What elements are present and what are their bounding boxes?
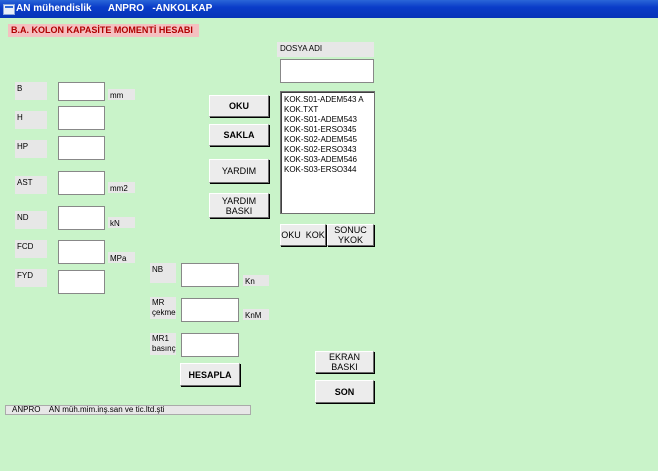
nb-label: NB [150, 263, 176, 283]
dosya-adi-input[interactable] [280, 59, 374, 83]
fcd-unit: MPa [108, 252, 135, 263]
nb-unit: Kn [243, 275, 269, 286]
ast-unit: mm2 [108, 182, 135, 193]
mr1-basinc-output[interactable] [181, 333, 239, 357]
title-bar: AN mühendislik ANPRO -ANKOLKAP [0, 0, 658, 18]
hesapla-button[interactable]: HESAPLA [180, 363, 240, 386]
yardim-baski-button[interactable]: YARDIM BASKI [209, 193, 269, 218]
ekran-baski-button[interactable]: EKRAN BASKI [315, 351, 374, 373]
sonuc-ykok-button[interactable]: SONUC YKOK [327, 224, 374, 246]
ast-input[interactable] [58, 171, 105, 195]
file-listbox[interactable]: KOK.S01-ADEM543 A KOK.TXT KOK-S01-ADEM54… [280, 91, 375, 214]
app-window-icon [3, 4, 15, 15]
status-bar: ANPRO AN müh.mim.inş.san ve tic.ltd.şti [5, 405, 251, 415]
fcd-input[interactable] [58, 240, 105, 264]
list-item[interactable]: KOK-S03-ERSO344 [284, 165, 371, 175]
fcd-label: FCD [15, 240, 47, 258]
b-label: B [15, 82, 47, 100]
list-item[interactable]: KOK-S03-ADEM546 [284, 155, 371, 165]
nb-output[interactable] [181, 263, 239, 287]
nd-unit: kN [108, 217, 135, 228]
window-title: AN mühendislik ANPRO -ANKOLKAP [16, 3, 213, 14]
list-item[interactable]: KOK.TXT [284, 105, 371, 115]
mr1-basinc-label: MR1 basınç [150, 333, 176, 355]
b-unit: mm [108, 89, 135, 100]
list-item[interactable]: KOK.S01-ADEM543 A [284, 95, 371, 105]
list-item[interactable]: KOK-S01-ERSO345 [284, 125, 371, 135]
ast-label: AST [15, 176, 47, 194]
mr-cekme-output[interactable] [181, 298, 239, 322]
yardim-button[interactable]: YARDIM [209, 159, 269, 183]
oku-button[interactable]: OKU [209, 95, 269, 117]
hp-label: HP [15, 140, 47, 158]
list-item[interactable]: KOK-S02-ERSO343 [284, 145, 371, 155]
form-title: B.A. KOLON KAPASİTE MOMENTİ HESABI [8, 24, 199, 37]
dosya-adi-label: DOSYA ADI [277, 42, 374, 57]
h-label: H [15, 111, 47, 129]
list-item[interactable]: KOK-S01-ADEM543 [284, 115, 371, 125]
h-input[interactable] [58, 106, 105, 130]
sakla-button[interactable]: SAKLA [209, 124, 269, 146]
nd-input[interactable] [58, 206, 105, 230]
son-button[interactable]: SON [315, 380, 374, 403]
fyd-input[interactable] [58, 270, 105, 294]
list-item[interactable]: KOK-S02-ADEM545 [284, 135, 371, 145]
fyd-label: FYD [15, 269, 47, 287]
mr-cekme-unit: KnM [243, 309, 269, 320]
hp-input[interactable] [58, 136, 105, 160]
oku-kok-button[interactable]: OKU KOK [280, 224, 326, 246]
mr-cekme-label: MR çekme [150, 297, 176, 319]
nd-label: ND [15, 211, 47, 229]
b-input[interactable] [58, 82, 105, 101]
